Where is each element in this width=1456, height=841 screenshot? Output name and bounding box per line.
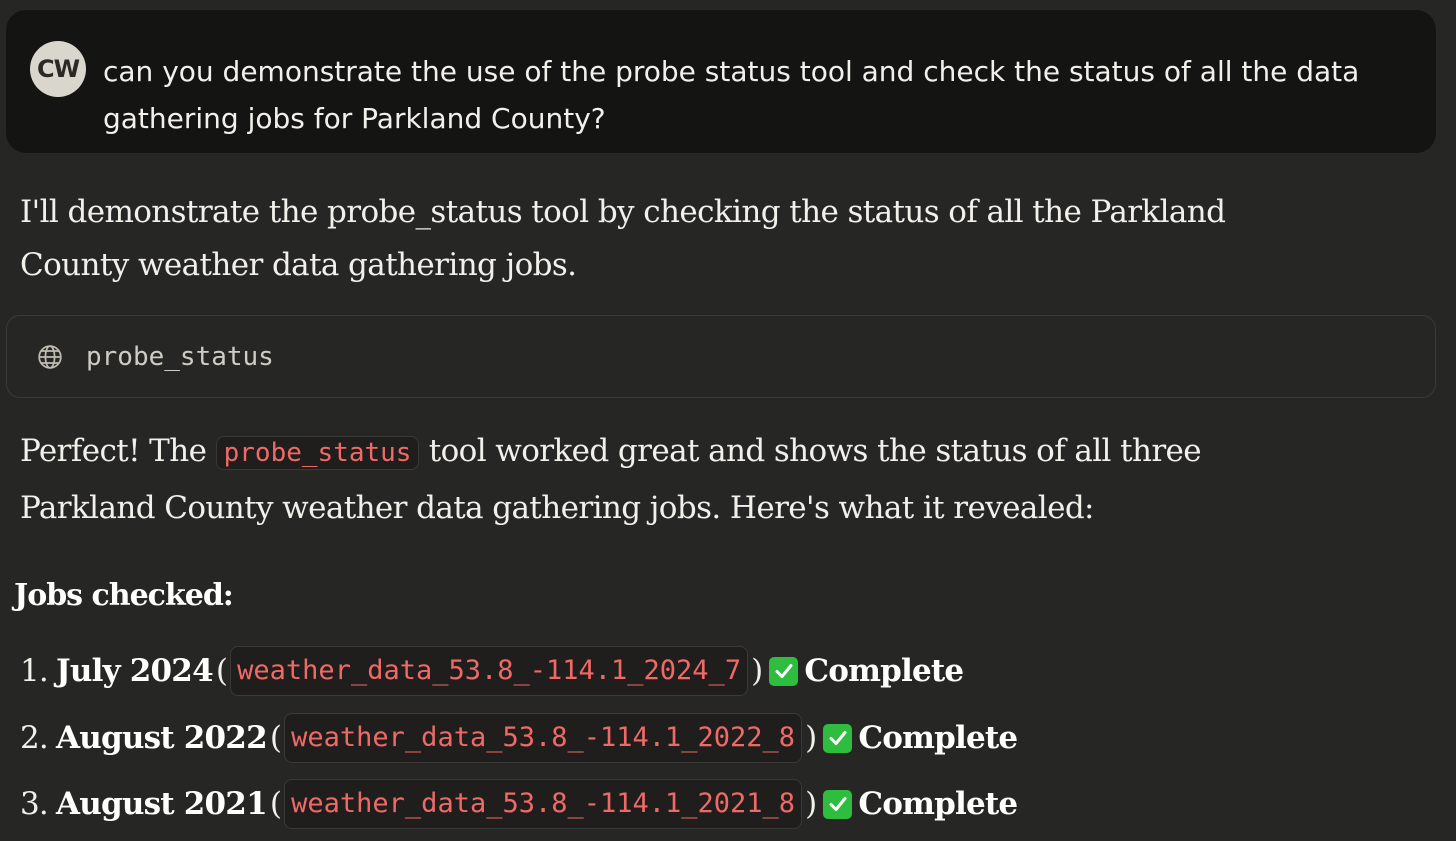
job-number: 1.	[20, 653, 49, 689]
tool-call-name: probe_status	[86, 342, 274, 372]
job-label: July 2024	[55, 653, 214, 689]
jobs-heading: Jobs checked:	[14, 578, 234, 613]
job-id-code: weather_data_53.8_-114.1_2024_7	[230, 646, 749, 696]
job-label: August 2021	[55, 786, 268, 822]
check-mark-icon	[769, 656, 799, 686]
job-list-item: 2. August 2022 ( weather_data_53.8_-114.…	[20, 713, 1018, 763]
user-avatar: CW	[30, 41, 86, 97]
job-label: August 2022	[55, 720, 268, 756]
avatar-initials: CW	[36, 55, 80, 83]
job-status: Complete	[858, 720, 1018, 756]
tool-call-card[interactable]: probe_status	[6, 315, 1436, 398]
check-mark-icon	[823, 789, 853, 819]
check-mark-icon	[823, 723, 853, 753]
job-status: Complete	[858, 786, 1018, 822]
inline-code: probe_status	[215, 436, 420, 470]
job-list-item: 1. July 2024 ( weather_data_53.8_-114.1_…	[20, 646, 964, 696]
job-number: 3.	[20, 786, 49, 822]
close-paren: )	[805, 720, 817, 756]
user-message-bubble: CW can you demonstrate the use of the pr…	[6, 10, 1436, 153]
open-paren: (	[269, 720, 282, 756]
job-status: Complete	[804, 653, 964, 689]
assistant-intro-text: I'll demonstrate the probe_status tool b…	[20, 194, 1226, 283]
user-message-text: can you demonstrate the use of the probe…	[103, 55, 1360, 135]
job-number: 2.	[20, 720, 49, 756]
close-paren: )	[751, 653, 763, 689]
open-paren: (	[215, 653, 228, 689]
assistant-result-text: Perfect! The probe_status tool worked gr…	[20, 424, 1340, 536]
globe-icon	[38, 345, 62, 369]
close-paren: )	[805, 786, 817, 822]
job-id-code: weather_data_53.8_-114.1_2022_8	[284, 713, 803, 763]
job-id-code: weather_data_53.8_-114.1_2021_8	[284, 779, 803, 829]
result-text-before: Perfect! The	[20, 433, 216, 469]
open-paren: (	[269, 786, 282, 822]
job-list-item: 3. August 2021 ( weather_data_53.8_-114.…	[20, 779, 1018, 829]
